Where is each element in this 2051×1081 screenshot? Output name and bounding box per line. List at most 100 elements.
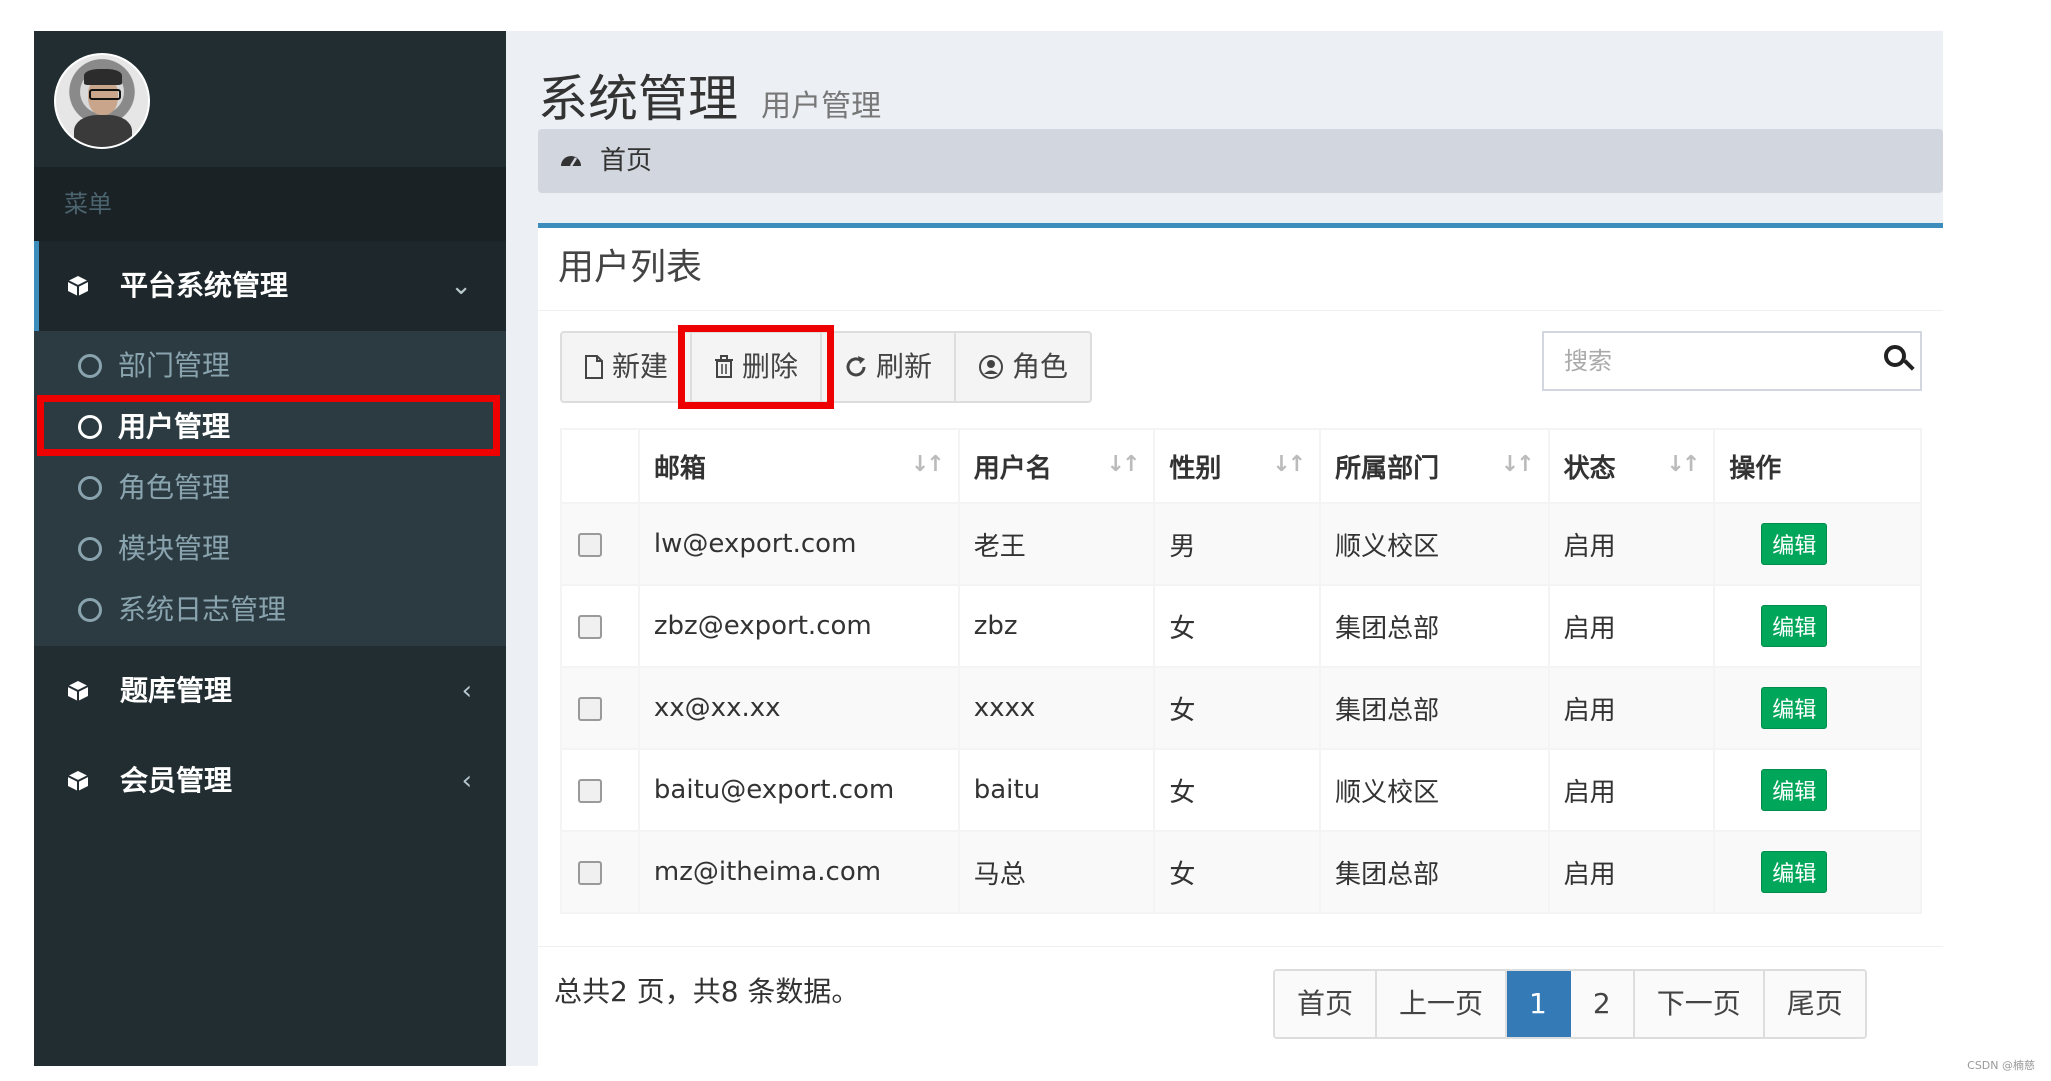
row-checkbox[interactable]: [578, 614, 602, 639]
edit-button[interactable]: 编辑: [1761, 769, 1828, 811]
cell-email: xx@xx.xx: [637, 666, 960, 750]
search-input[interactable]: 搜索: [1542, 331, 1922, 391]
cell-dept: 集团总部: [1319, 584, 1550, 668]
new-button[interactable]: 新建: [562, 333, 693, 401]
cell-username: baitu: [957, 748, 1156, 832]
user-circle-icon: [979, 355, 1004, 379]
table-row: mz@itheima.com 马总 女 集团总部 启用 编辑: [560, 830, 1922, 914]
row-select: [560, 666, 640, 750]
highlight-box-delete: [678, 325, 835, 409]
row-checkbox[interactable]: [578, 532, 602, 557]
page-next-button[interactable]: 下一页: [1634, 971, 1765, 1037]
content-header: 系统管理 用户管理: [538, 59, 881, 131]
row-select: [560, 502, 640, 586]
user-panel: [34, 31, 506, 167]
pagination-summary: 总共2 页，共8 条数据。: [554, 975, 860, 1008]
table-header-row: 邮箱 ↓↑ 用户名 ↓↑ 性别 ↓↑ 所属部门 ↓↑ 状态 ↓↑ 操作: [560, 428, 1922, 504]
cube-icon: [67, 681, 89, 701]
search-icon[interactable]: [1884, 345, 1906, 367]
search-placeholder: 搜索: [1564, 347, 1612, 375]
row-checkbox[interactable]: [578, 778, 602, 803]
sidebar-item-syslog[interactable]: 系统日志管理: [34, 579, 506, 640]
avatar-body: [74, 115, 132, 147]
sort-icon[interactable]: ↓↑: [1501, 452, 1535, 477]
page-last-button[interactable]: 尾页: [1764, 971, 1865, 1037]
cell-action: 编辑: [1713, 584, 1922, 668]
cell-status: 启用: [1547, 830, 1716, 914]
table-row: zbz@export.com zbz 女 集团总部 启用 编辑: [560, 584, 1922, 668]
header-select: [560, 428, 640, 504]
sidebar-group-label: 平台系统管理: [120, 269, 289, 302]
header-username[interactable]: 用户名 ↓↑: [957, 428, 1156, 504]
sidebar-item-module[interactable]: 模块管理: [34, 518, 506, 579]
header-status[interactable]: 状态 ↓↑: [1547, 428, 1716, 504]
avatar[interactable]: [54, 53, 150, 149]
sort-icon[interactable]: ↓↑: [1272, 452, 1306, 477]
menu-header: 菜单: [34, 167, 506, 241]
delete-button[interactable]: 删除: [678, 325, 835, 409]
cell-gender: 男: [1153, 502, 1322, 586]
cell-gender: 女: [1153, 830, 1322, 914]
edit-button[interactable]: 编辑: [1761, 851, 1828, 893]
sidebar-group-platform[interactable]: 平台系统管理 ⌄: [34, 241, 506, 331]
cell-dept: 顺义校区: [1319, 502, 1550, 586]
edit-button[interactable]: 编辑: [1761, 605, 1828, 647]
sidebar-group-question-bank[interactable]: 题库管理 ‹: [34, 646, 506, 736]
pagination: 首页 上一页 1 2 下一页 尾页: [1273, 969, 1867, 1039]
sidebar-item-dept[interactable]: 部门管理: [34, 335, 506, 396]
sidebar-item-label: 部门管理: [118, 349, 231, 382]
cube-icon: [67, 276, 89, 296]
sort-icon[interactable]: ↓↑: [911, 452, 945, 477]
breadcrumb-home-link[interactable]: 首页: [600, 129, 652, 193]
dashboard-icon: [561, 156, 581, 167]
watermark: CSDN @楠慈: [1967, 1059, 2035, 1072]
app-window: 菜单 平台系统管理 ⌄ 部门管理 用户管理 角色管理 模块管理 系统日志管理 题…: [34, 31, 1943, 1066]
cell-action: 编辑: [1713, 502, 1922, 586]
cell-username: 老王: [957, 502, 1156, 586]
header-action: 操作: [1713, 428, 1922, 504]
sort-icon[interactable]: ↓↑: [1107, 452, 1141, 477]
cell-action: 编辑: [1713, 666, 1922, 750]
cell-email: lw@export.com: [637, 502, 960, 586]
refresh-button[interactable]: 刷新: [822, 333, 957, 401]
cell-dept: 顺义校区: [1319, 748, 1550, 832]
cell-username: xxxx: [957, 666, 1156, 750]
cell-email: mz@itheima.com: [637, 830, 960, 914]
header-dept[interactable]: 所属部门 ↓↑: [1319, 428, 1550, 504]
role-button-label: 角色: [1012, 350, 1069, 383]
table-row: xx@xx.xx xxxx 女 集团总部 启用 编辑: [560, 666, 1922, 750]
circle-icon: [78, 354, 102, 378]
edit-button[interactable]: 编辑: [1761, 523, 1828, 565]
chevron-left-icon: ‹: [461, 766, 472, 796]
cell-action: 编辑: [1713, 748, 1922, 832]
page-prev-button[interactable]: 上一页: [1377, 971, 1508, 1037]
cell-status: 启用: [1547, 748, 1716, 832]
page-number-button[interactable]: 1: [1507, 971, 1571, 1037]
page-number-button[interactable]: 2: [1570, 971, 1635, 1037]
divider: [538, 946, 1943, 947]
row-select: [560, 830, 640, 914]
sidebar-item-label: 系统日志管理: [118, 593, 287, 626]
edit-button[interactable]: 编辑: [1761, 687, 1828, 729]
breadcrumb: 首页: [538, 129, 1943, 193]
sort-icon[interactable]: ↓↑: [1666, 452, 1700, 477]
cell-gender: 女: [1153, 748, 1322, 832]
row-select: [560, 748, 640, 832]
main-content: 系统管理 用户管理 首页 用户列表 新建 删除 刷新 角色 搜索 邮箱 ↓↑ 用…: [506, 31, 1943, 1066]
cube-icon: [67, 771, 89, 791]
page-title: 系统管理: [538, 70, 738, 128]
refresh-button-label: 刷新: [876, 350, 933, 383]
sidebar-submenu: 部门管理 用户管理 角色管理 模块管理 系统日志管理: [34, 331, 506, 646]
header-gender[interactable]: 性别 ↓↑: [1153, 428, 1322, 504]
role-button[interactable]: 角色: [956, 333, 1090, 401]
new-button-label: 新建: [612, 350, 669, 383]
sidebar-group-members[interactable]: 会员管理 ‹: [34, 736, 506, 826]
avatar-hair: [84, 69, 122, 85]
header-email[interactable]: 邮箱 ↓↑: [637, 428, 960, 504]
cell-dept: 集团总部: [1319, 830, 1550, 914]
cell-gender: 女: [1153, 666, 1322, 750]
row-checkbox[interactable]: [578, 860, 602, 885]
sidebar-item-role[interactable]: 角色管理: [34, 457, 506, 518]
page-first-button[interactable]: 首页: [1275, 971, 1378, 1037]
row-checkbox[interactable]: [578, 696, 602, 721]
